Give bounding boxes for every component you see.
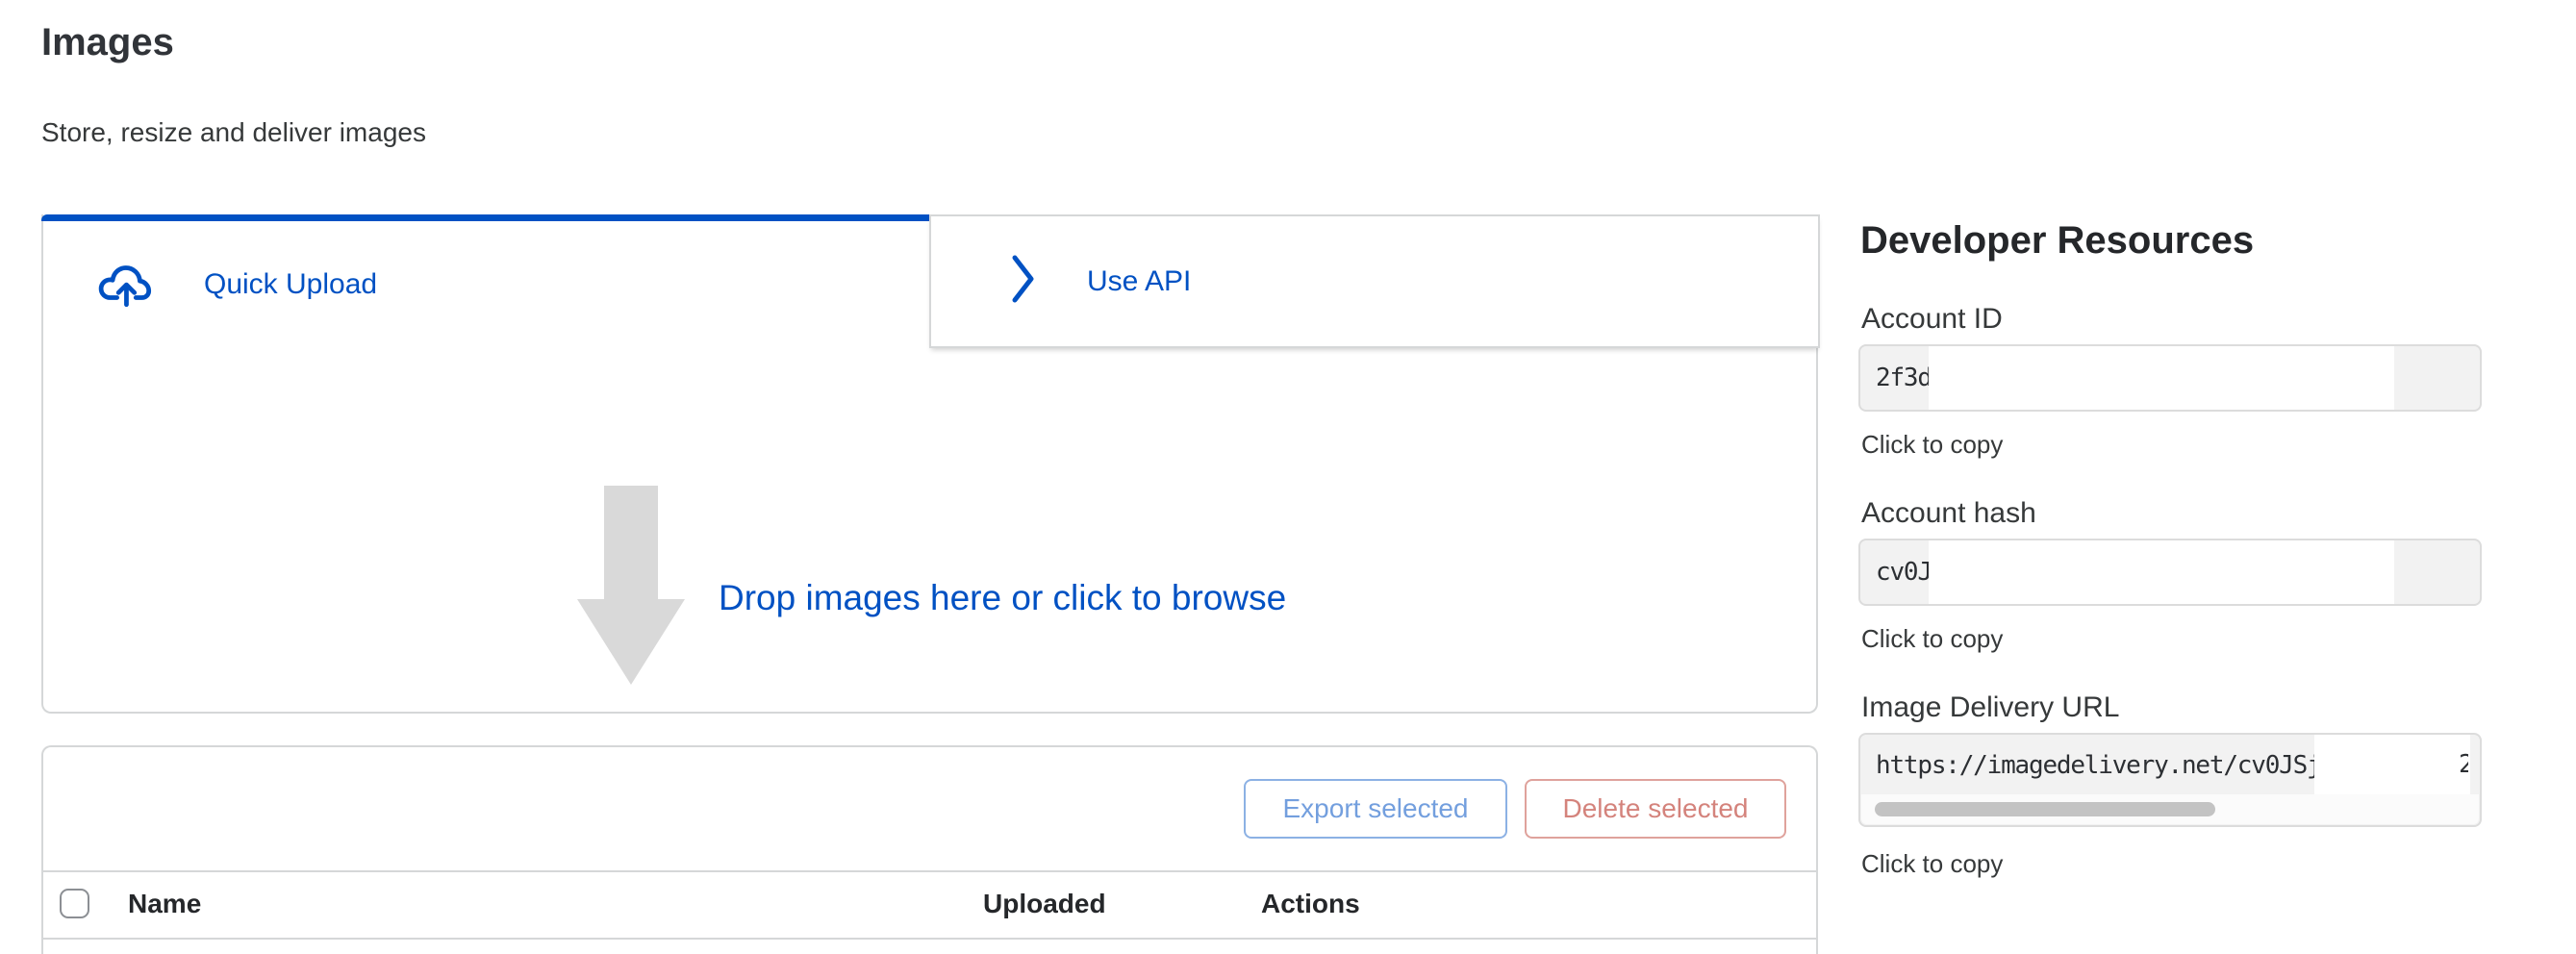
redaction-overlay: 2 — [2314, 735, 2470, 794]
dropzone-label: Drop images here or click to browse — [719, 575, 1286, 621]
clipped-character: 2 — [2459, 750, 2468, 781]
image-delivery-url-label: Image Delivery URL — [1861, 690, 2119, 725]
click-to-copy-hint: Click to copy — [1861, 429, 2003, 460]
redaction-overlay — [1929, 540, 2394, 604]
column-header-name: Name — [128, 889, 201, 919]
click-to-copy-hint: Click to copy — [1861, 623, 2003, 654]
column-header-uploaded: Uploaded — [983, 889, 1106, 919]
image-delivery-url-value: https://imagedelivery.net/cv0JSj — [1876, 735, 2321, 796]
export-selected-button[interactable]: Export selected — [1244, 779, 1507, 839]
page-title: Images — [41, 19, 174, 65]
account-id-label: Account ID — [1861, 302, 2003, 337]
delete-selected-button[interactable]: Delete selected — [1525, 779, 1786, 839]
divider — [43, 870, 1816, 872]
tab-quick-upload[interactable]: Quick Upload — [43, 221, 929, 348]
arrow-down-icon — [577, 486, 685, 692]
account-hash-label: Account hash — [1861, 496, 2036, 531]
redaction-overlay — [1929, 346, 2394, 410]
image-delivery-url-field[interactable]: https://imagedelivery.net/cv0JSj 2 — [1858, 733, 2482, 827]
tab-quick-upload-label: Quick Upload — [204, 268, 377, 301]
dropzone[interactable]: Drop images here or click to browse — [45, 348, 1818, 710]
divider — [43, 938, 1816, 940]
images-dashboard-page: Images Store, resize and deliver images … — [0, 0, 2576, 954]
chevron-right-icon — [1008, 252, 1039, 311]
account-id-field[interactable]: 2f3d — [1858, 344, 2482, 412]
click-to-copy-hint: Click to copy — [1861, 848, 2003, 879]
page-subtitle: Store, resize and deliver images — [41, 115, 426, 150]
upload-panel: Quick Upload Use API Drop images here or… — [41, 214, 1818, 714]
scrollbar-thumb[interactable] — [1875, 802, 2215, 816]
active-tab-indicator — [41, 214, 931, 221]
sidebar-title: Developer Resources — [1860, 217, 2254, 264]
select-all-checkbox[interactable] — [60, 889, 89, 918]
horizontal-scrollbar — [1861, 794, 2479, 824]
account-hash-value: cv0J — [1876, 540, 1932, 604]
account-id-value: 2f3d — [1876, 346, 1932, 410]
column-header-actions: Actions — [1261, 889, 1360, 919]
tab-use-api-label: Use API — [1087, 265, 1191, 298]
image-list-panel: Export selected Delete selected Name Upl… — [41, 745, 1818, 954]
developer-resources-section: Developer Resources Account ID 2f3d Clic… — [1858, 0, 2482, 954]
account-hash-field[interactable]: cv0J — [1858, 539, 2482, 606]
cloud-upload-icon — [98, 259, 158, 312]
tab-use-api[interactable]: Use API — [929, 214, 1820, 348]
